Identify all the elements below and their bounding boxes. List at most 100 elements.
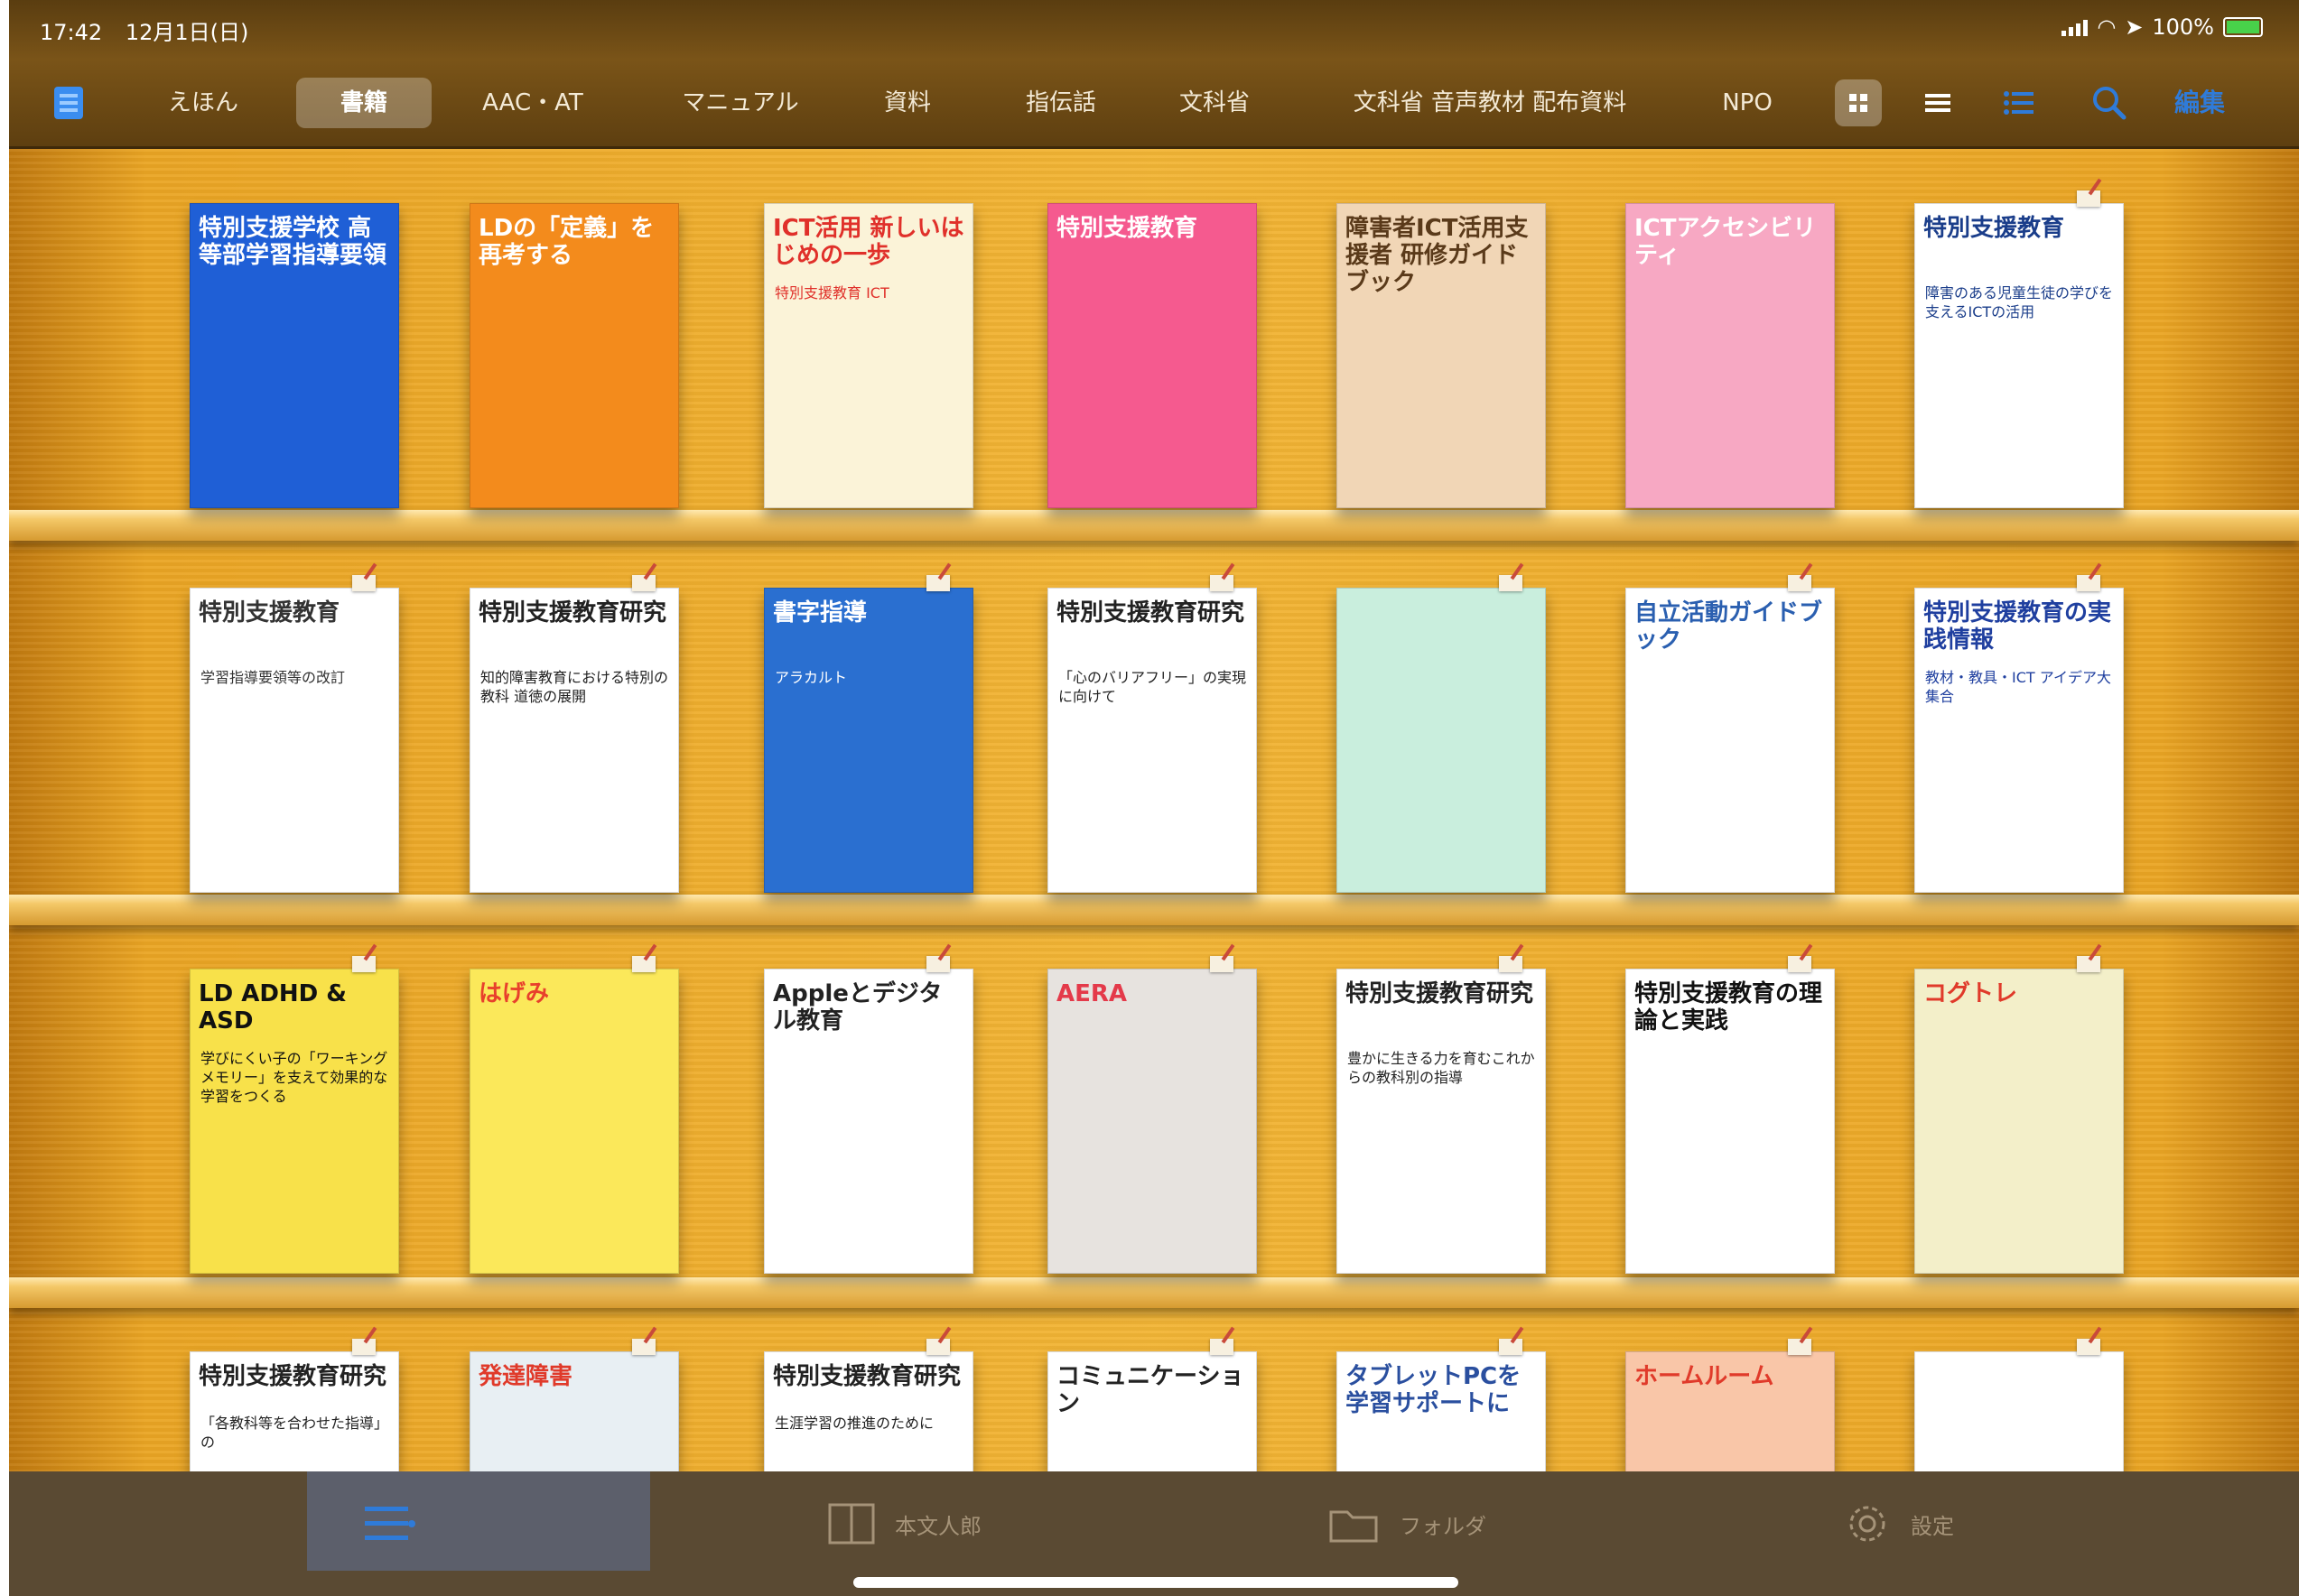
book-cover[interactable]: 発達障害 xyxy=(470,1351,679,1487)
bookmark-pin-icon xyxy=(2077,190,2100,207)
tab-manual[interactable]: マニュアル xyxy=(659,78,822,128)
book-title: 特別支援教育研究 xyxy=(479,599,667,626)
book-cover[interactable]: コミュニケーション xyxy=(1047,1351,1257,1487)
wifi-icon: ◠ xyxy=(2097,14,2117,40)
book-cover[interactable]: 特別支援教育研究 豊かに生きる力を育むこれからの教科別の指導 xyxy=(1336,969,1546,1274)
book-subtitle: 知的障害教育における特別の教科 道徳の展開 xyxy=(480,669,669,705)
bookmark-pin-icon xyxy=(632,575,656,591)
book-cover[interactable]: 書字指導 アラカルト xyxy=(764,588,973,893)
bookmark-pin-icon xyxy=(1788,1339,1811,1355)
sort-list-icon[interactable] xyxy=(1996,79,2043,126)
book-cover[interactable]: 特別支援教育の理論と実践 xyxy=(1625,969,1835,1274)
bookmark-pin-icon xyxy=(926,956,950,972)
book-cover[interactable]: 特別支援教育研究 「心のバリアフリー」の実現に向けて xyxy=(1047,588,1257,893)
tab-materials[interactable]: 資料 xyxy=(858,78,957,128)
book-cover[interactable]: 自立活動ガイドブック xyxy=(1625,588,1835,893)
bottom-tab-folder[interactable]: フォルダ xyxy=(1327,1499,1486,1549)
book-cover[interactable]: 特別支援教育研究「各教科等を合わせた指導」の xyxy=(190,1351,399,1487)
tab-books[interactable]: 書籍 xyxy=(296,78,432,128)
book-cover[interactable]: 特別支援教育の実践情報 教材・教具・ICT アイデア大集合 xyxy=(1914,588,2124,893)
status-bar: 17:42 12月1日(日) ◠ ➤ 100% xyxy=(9,0,2299,60)
book-cover[interactable] xyxy=(1914,1351,2124,1487)
book-cover[interactable]: ICTアクセシビリティ xyxy=(1625,203,1835,508)
bookshelf: 特別支援学校 高等部学習指導要領 LDの「定義」を再考する ICT活用 新しいはじめ… xyxy=(9,149,2299,1487)
book-subtitle: 豊かに生きる力を育むこれからの教科別の指導 xyxy=(1347,1050,1535,1086)
bookmark-pin-icon xyxy=(352,575,376,591)
book-title: タブレットPCを学習サポートに xyxy=(1345,1363,1522,1417)
book-cover[interactable]: コグトレ xyxy=(1914,969,2124,1274)
book-cover[interactable]: 特別支援教育研究 生涯学習の推進のために xyxy=(764,1351,973,1487)
book-cover[interactable] xyxy=(1336,588,1546,893)
book-subtitle: アラカルト xyxy=(775,669,848,686)
bookmark-pin-icon xyxy=(2077,575,2100,591)
tab-ehon[interactable]: えほん xyxy=(144,78,262,128)
book-title: コグトレ xyxy=(1923,980,2018,1007)
book-title: コミュニケーション xyxy=(1056,1363,1244,1417)
book-title: ICT活用 新しいはじめの一歩 xyxy=(773,215,964,269)
list-view-icon[interactable] xyxy=(1914,79,1961,126)
bookmark-pin-icon xyxy=(352,956,376,972)
bottom-tab-label: フォルダ xyxy=(1400,1513,1486,1539)
bookmark-pin-icon xyxy=(926,575,950,591)
bottom-tab-bookshelf[interactable] xyxy=(361,1499,433,1549)
book-title: 特別支援教育研究 xyxy=(199,1363,387,1390)
book-cover[interactable]: 特別支援教育 xyxy=(1047,203,1257,508)
tab-aac-at[interactable]: AAC・AT xyxy=(461,78,605,128)
search-icon[interactable] xyxy=(2086,79,2133,126)
book-cover[interactable]: LD ADHD & ASD 学びにくい子の「ワーキングメモリー」を支えて効果的な学… xyxy=(190,969,399,1274)
tab-mext-audio-materials[interactable]: 文科省 音声教材 配布資料 xyxy=(1327,78,1652,128)
bookmark-pin-icon xyxy=(926,1339,950,1355)
bottom-tab-settings[interactable]: 設定 xyxy=(1842,1499,1954,1549)
shelf-plank xyxy=(9,1277,2299,1308)
book-title: 自立活動ガイドブック xyxy=(1634,599,1823,654)
bookmark-pin-icon xyxy=(632,1339,656,1355)
book-cover[interactable]: タブレットPCを学習サポートに xyxy=(1336,1351,1546,1487)
book-cover[interactable]: Appleとデジタル教育 xyxy=(764,969,973,1274)
book-title: LD ADHD & ASD xyxy=(199,980,347,1035)
bookmark-pin-icon xyxy=(1210,1339,1233,1355)
book-title: 特別支援教育の理論と実践 xyxy=(1634,980,1823,1035)
battery-percent: 100% xyxy=(2152,14,2214,40)
book-title: 特別支援教育研究 xyxy=(773,1363,962,1390)
grid-view-icon[interactable] xyxy=(1835,79,1882,126)
bookmark-pin-icon xyxy=(1788,956,1811,972)
bookmark-pin-icon xyxy=(352,1339,376,1355)
book-cover[interactable]: 特別支援教育研究知的障害教育における特別の教科 道徳の展開 xyxy=(470,588,679,893)
gear-icon xyxy=(1849,1506,1885,1542)
book-title: ホームルーム xyxy=(1634,1363,1774,1390)
status-icons: ◠ ➤ 100% xyxy=(2061,14,2263,40)
home-indicator[interactable] xyxy=(853,1577,1458,1588)
tab-yubidenwa[interactable]: 指伝話 xyxy=(1002,78,1120,128)
folder-icon xyxy=(1329,1510,1378,1543)
book-cover[interactable]: 障害者ICT活用支援者 研修ガイドブック xyxy=(1336,203,1546,508)
library-icon[interactable] xyxy=(45,79,92,126)
book-title: 特別支援教育 xyxy=(199,599,340,626)
status-time: 17:42 12月1日(日) xyxy=(40,14,248,46)
tab-mext[interactable]: 文科省 xyxy=(1156,78,1273,128)
bottom-tab-reader[interactable]: 本文人郎 xyxy=(826,1499,982,1549)
location-icon: ➤ xyxy=(2125,14,2144,40)
book-cover[interactable]: LDの「定義」を再考する xyxy=(470,203,679,508)
book-cover[interactable]: 特別支援教育 障害のある児童生徒の学びを支えるICTの活用 xyxy=(1914,203,2124,508)
book-cover[interactable]: ホームルーム xyxy=(1625,1351,1835,1487)
book-title: 特別支援教育 xyxy=(1056,215,1198,242)
tab-npo[interactable]: NPO xyxy=(1698,78,1797,128)
book-cover[interactable]: ICT活用 新しいはじめの一歩 特別支援教育 ICT xyxy=(764,203,973,508)
ipad-screen: 17:42 12月1日(日) ◠ ➤ 100% えほん 書籍 AAC・AT マニ… xyxy=(9,0,2299,1596)
book-title: 特別支援学校 高等部学習指導要領 xyxy=(199,215,387,269)
book-cover[interactable]: はげみ xyxy=(470,969,679,1274)
bottom-tab-bar: 本文人郎 フォルダ 設定 xyxy=(9,1471,2299,1596)
shelf-plank xyxy=(9,895,2299,925)
book-subtitle: 「心のバリアフリー」の実現に向けて xyxy=(1058,669,1247,705)
book-title: 書字指導 xyxy=(773,599,868,626)
book-cover[interactable]: 特別支援学校 高等部学習指導要領 xyxy=(190,203,399,508)
edit-button[interactable]: 編集 xyxy=(2174,79,2225,126)
bookmark-pin-icon xyxy=(2077,956,2100,972)
book-title: AERA xyxy=(1056,980,1128,1007)
book-cover[interactable]: AERA xyxy=(1047,969,1257,1274)
book-cover[interactable]: 特別支援教育 学習指導要領等の改訂 xyxy=(190,588,399,893)
book-title: はげみ xyxy=(479,980,550,1007)
bookmark-pin-icon xyxy=(1788,575,1811,591)
book-subtitle: 「各教科等を合わせた指導」の xyxy=(200,1415,389,1451)
book-title: Appleとデジタル教育 xyxy=(773,980,943,1035)
